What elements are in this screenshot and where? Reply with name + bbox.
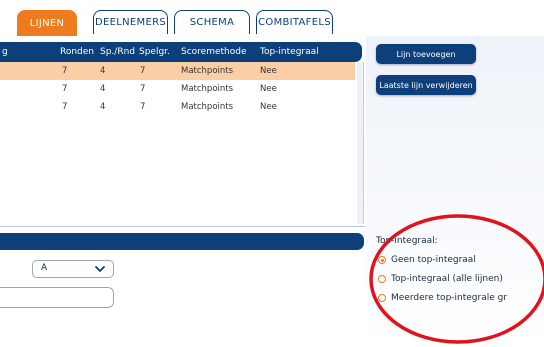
tab-combitafels[interactable]: COMBITAFELS <box>256 10 333 34</box>
cell-scoremethode: Matchpoints <box>181 66 234 76</box>
table-row[interactable]: 7 4 7 Matchpoints Nee <box>0 62 355 80</box>
tab-lijnen-label: LIJNEN <box>29 18 65 29</box>
cell-top-integraal: Nee <box>260 66 277 76</box>
cell-spelgr: 7 <box>140 66 146 76</box>
radio-label: Meerdere top-integrale gr <box>391 293 508 303</box>
remove-last-line-button-label: Laatste lijn verwijderen <box>379 80 473 90</box>
line-select[interactable]: A <box>32 260 114 278</box>
cell-sp-rnd: 4 <box>100 66 106 76</box>
tab-deelnemers[interactable]: DEELNEMERS <box>93 10 168 34</box>
radio-checked-icon <box>378 256 386 264</box>
add-line-button-label: Lijn toevoegen <box>396 49 456 59</box>
line-name-field[interactable] <box>0 287 114 308</box>
cell-ronden: 7 <box>62 84 68 94</box>
table-scrollbar[interactable] <box>357 62 364 224</box>
radio-unchecked-icon <box>378 275 386 283</box>
column-header-sp-rnd: Sp./Rnd <box>100 47 135 57</box>
radio-unchecked-icon <box>378 294 386 302</box>
column-header-ronden: Ronden <box>60 47 95 57</box>
cell-ronden: 7 <box>62 66 68 76</box>
line-select-value: A <box>41 263 48 273</box>
cell-top-integraal: Nee <box>260 102 277 112</box>
column-header-lijn: g <box>2 47 8 57</box>
column-header-scoremethode: Scoremethode <box>181 47 247 57</box>
column-header-spelgr: Spelgr. <box>139 47 170 57</box>
radio-label: Geen top-integraal <box>391 255 476 265</box>
cell-scoremethode: Matchpoints <box>181 102 234 112</box>
section-bar <box>0 233 364 250</box>
tab-schema-label: SCHEMA <box>189 17 235 28</box>
radio-label: Top-integraal (alle lijnen) <box>391 274 503 284</box>
cell-scoremethode: Matchpoints <box>181 84 234 94</box>
remove-last-line-button[interactable]: Laatste lijn verwijderen <box>376 75 476 95</box>
radio-top-integraal-alle-lijnen[interactable]: Top-integraal (alle lijnen) <box>378 272 503 286</box>
cell-ronden: 7 <box>62 102 68 112</box>
column-header-top-integraal: Top-integraal <box>260 47 319 57</box>
add-line-button[interactable]: Lijn toevoegen <box>376 44 476 64</box>
tab-deelnemers-label: DEELNEMERS <box>95 17 166 28</box>
cell-top-integraal: Nee <box>260 84 277 94</box>
cell-sp-rnd: 4 <box>100 102 106 112</box>
tab-combitafels-label: COMBITAFELS <box>258 17 331 28</box>
top-integraal-label: Top-integraal: <box>376 236 438 246</box>
radio-geen-top-integraal[interactable]: Geen top-integraal <box>378 253 476 267</box>
cell-spelgr: 7 <box>140 84 146 94</box>
tab-lijnen[interactable]: LIJNEN <box>17 10 77 36</box>
cell-sp-rnd: 4 <box>100 84 106 94</box>
cell-spelgr: 7 <box>140 102 146 112</box>
chevron-down-icon <box>95 266 105 272</box>
table-row[interactable]: 7 4 7 Matchpoints Nee <box>0 98 355 116</box>
radio-meerdere-top-integrale[interactable]: Meerdere top-integrale gr <box>378 291 507 305</box>
table-header: g Ronden Sp./Rnd Spelgr. Scoremethode To… <box>0 42 362 62</box>
tab-schema[interactable]: SCHEMA <box>174 10 250 34</box>
table-row[interactable]: 7 4 7 Matchpoints Nee <box>0 80 355 98</box>
